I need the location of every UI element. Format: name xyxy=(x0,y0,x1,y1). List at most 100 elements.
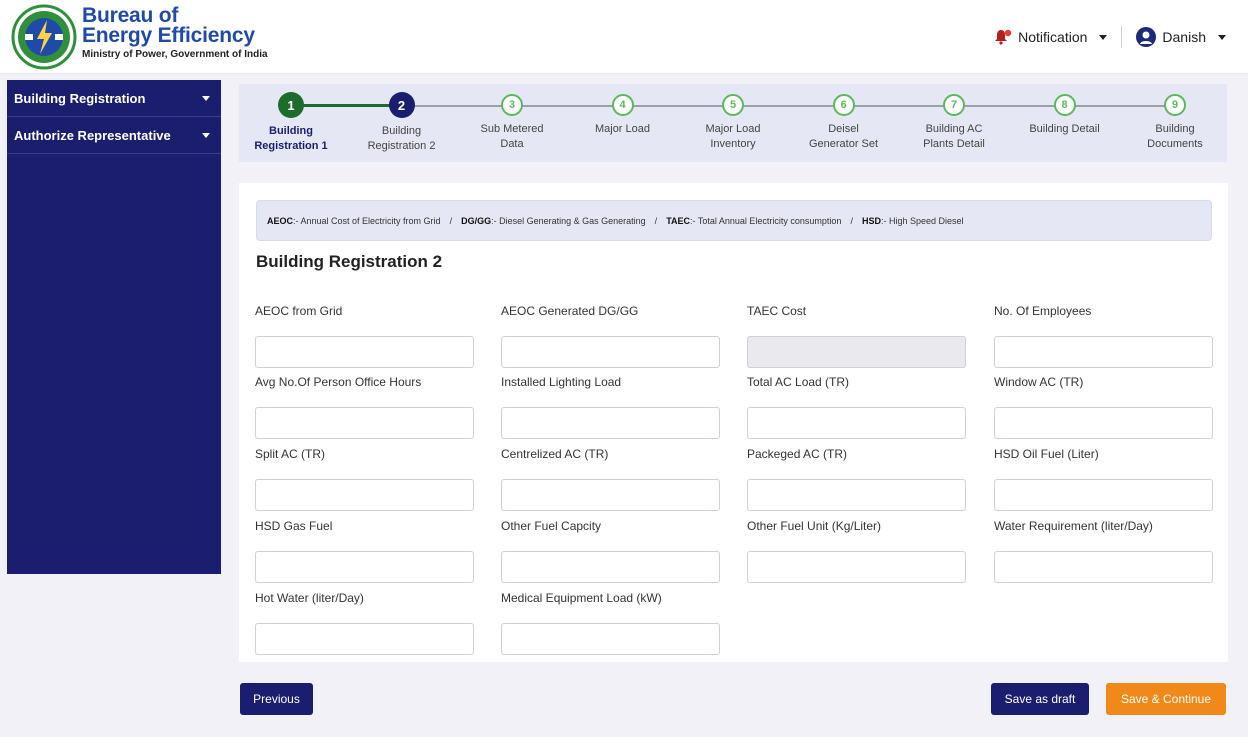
step-label-line1: Building AC xyxy=(925,123,983,135)
abbreviation-legend: AEOC:- Annual Cost of Electricity from G… xyxy=(256,200,1212,241)
field-label: Medical Equipment Load (kW) xyxy=(501,591,662,605)
user-menu[interactable]: Danish xyxy=(1122,27,1226,47)
legend-separator: / xyxy=(449,215,453,226)
field-label: Other Fuel Capcity xyxy=(501,519,602,533)
form-field: TAEC Cost xyxy=(747,304,966,368)
legend-value: :- High Speed Diesel xyxy=(880,215,964,226)
step-label: Major Load Inventory xyxy=(678,122,788,152)
step-label-line2: Data xyxy=(500,138,524,150)
step-number-badge: 9 xyxy=(1164,94,1186,116)
step-label: Sub Metered Data xyxy=(457,122,567,152)
form-field: Medical Equipment Load (kW) xyxy=(501,591,720,655)
sidebar-item-building-registration[interactable]: Building Registration xyxy=(7,80,221,117)
field-input[interactable] xyxy=(994,551,1213,583)
form-field: No. Of Employees xyxy=(994,304,1213,368)
brand-title-line2: Energy Efficiency xyxy=(82,24,255,47)
notification-menu[interactable]: Notification xyxy=(994,26,1123,48)
field-input[interactable] xyxy=(501,407,720,439)
legend-key: HSD xyxy=(861,215,881,226)
step-number-badge: 1 xyxy=(278,92,304,118)
field-input[interactable] xyxy=(994,407,1213,439)
field-input[interactable] xyxy=(747,407,966,439)
sidebar-item-authorize-representative[interactable]: Authorize Representative xyxy=(7,117,221,154)
step-1[interactable]: 1 Building Registration 1 xyxy=(236,92,346,154)
step-label-line1: Building xyxy=(1155,123,1195,135)
field-input[interactable] xyxy=(255,479,474,511)
field-input[interactable] xyxy=(747,336,966,368)
step-label: Building Registration 2 xyxy=(347,124,457,154)
field-input[interactable] xyxy=(255,407,474,439)
step-label-line1: Sub Metered xyxy=(480,123,544,135)
step-label-line1: Major Load xyxy=(705,123,761,135)
form-field: Other Fuel Capcity xyxy=(501,519,720,583)
step-number-badge: 3 xyxy=(501,94,523,116)
progress-stepper: 1 Building Registration 1 2 Building Registra… xyxy=(239,84,1227,162)
form-field: Centrelized AC (TR) xyxy=(501,447,720,511)
step-label: Building Documents xyxy=(1120,122,1230,152)
field-input[interactable] xyxy=(747,551,966,583)
brand-title-line1: Bureau of xyxy=(82,4,179,27)
step-number-badge: 2 xyxy=(388,92,415,118)
step-label: Building Detail xyxy=(1010,122,1120,137)
chevron-down-icon xyxy=(202,95,210,101)
save-as-draft-button[interactable]: Save as draft xyxy=(991,683,1089,715)
sidebar-item-label: Building Registration xyxy=(14,90,146,106)
form-field: AEOC Generated DG/GG xyxy=(501,304,720,368)
form-field: Water Requirement (liter/Day) xyxy=(994,519,1213,583)
header-actions: Notification Danish xyxy=(994,26,1226,48)
user-avatar-icon xyxy=(1136,27,1157,47)
field-input[interactable] xyxy=(255,336,474,368)
form-field: Installed Lighting Load xyxy=(501,375,720,439)
previous-button[interactable]: Previous xyxy=(240,683,313,715)
field-input[interactable] xyxy=(501,551,720,583)
step-4[interactable]: 4 Major Load xyxy=(568,92,678,137)
step-5[interactable]: 5 Major Load Inventory xyxy=(678,92,788,152)
step-2[interactable]: 2 Building Registration 2 xyxy=(347,92,457,154)
field-input[interactable] xyxy=(501,479,720,511)
step-9[interactable]: 9 Building Documents xyxy=(1120,92,1230,152)
sidebar: Building Registration Authorize Represen… xyxy=(7,80,221,574)
chevron-down-icon xyxy=(1218,34,1226,40)
brand-subtitle: Ministry of Power, Government of India xyxy=(82,49,268,60)
field-label: Total AC Load (TR) xyxy=(747,375,850,389)
field-input[interactable] xyxy=(994,336,1213,368)
step-label-line1: Major Load xyxy=(594,123,651,135)
field-input[interactable] xyxy=(994,479,1213,511)
step-number-badge: 8 xyxy=(1053,94,1076,116)
step-label-line1: Building xyxy=(269,125,313,137)
legend-value: :- Total Annual Electricity consumption xyxy=(690,215,842,226)
form-field: Avg No.Of Person Office Hours xyxy=(255,375,474,439)
step-number-badge: 7 xyxy=(943,94,965,116)
field-label: Centrelized AC (TR) xyxy=(501,447,609,461)
step-label-line2: Inventory xyxy=(710,138,756,150)
step-8[interactable]: 8 Building Detail xyxy=(1010,92,1120,137)
step-7[interactable]: 7 Building AC Plants Detail xyxy=(899,92,1009,152)
field-label: Avg No.Of Person Office Hours xyxy=(255,375,422,389)
field-input[interactable] xyxy=(747,479,966,511)
field-label: No. Of Employees xyxy=(994,304,1092,318)
form-field: Hot Water (liter/Day) xyxy=(255,591,474,655)
legend-key: TAEC xyxy=(666,215,691,226)
field-label: Split AC (TR) xyxy=(255,447,326,461)
user-name: Danish xyxy=(1162,29,1206,45)
step-label-line1: Deisel xyxy=(828,123,859,135)
brand: Bureau of Energy Efficiency Ministry of … xyxy=(82,4,268,60)
form-title: Building Registration 2 xyxy=(256,252,443,271)
form-field: Packeged AC (TR) xyxy=(747,447,966,511)
legend-separator: / xyxy=(654,215,658,226)
form-card: AEOC:- Annual Cost of Electricity from G… xyxy=(239,183,1228,662)
field-input[interactable] xyxy=(255,623,474,655)
step-3[interactable]: 3 Sub Metered Data xyxy=(457,92,567,152)
save-continue-button[interactable]: Save & Continue xyxy=(1106,683,1226,715)
step-6[interactable]: 6 Deisel Generator Set xyxy=(789,92,899,152)
sidebar-item-label: Authorize Representative xyxy=(14,127,171,143)
legend-key: AEOC xyxy=(267,215,294,226)
field-input[interactable] xyxy=(501,623,720,655)
bell-icon xyxy=(995,29,1012,45)
step-label-line1: Building Detail xyxy=(1029,123,1100,135)
field-input[interactable] xyxy=(501,336,720,368)
bee-logo-icon[interactable] xyxy=(11,4,77,70)
field-input[interactable] xyxy=(255,551,474,583)
step-label-line2: Registration 2 xyxy=(367,140,436,152)
step-label: Building Registration 1 xyxy=(236,124,346,154)
